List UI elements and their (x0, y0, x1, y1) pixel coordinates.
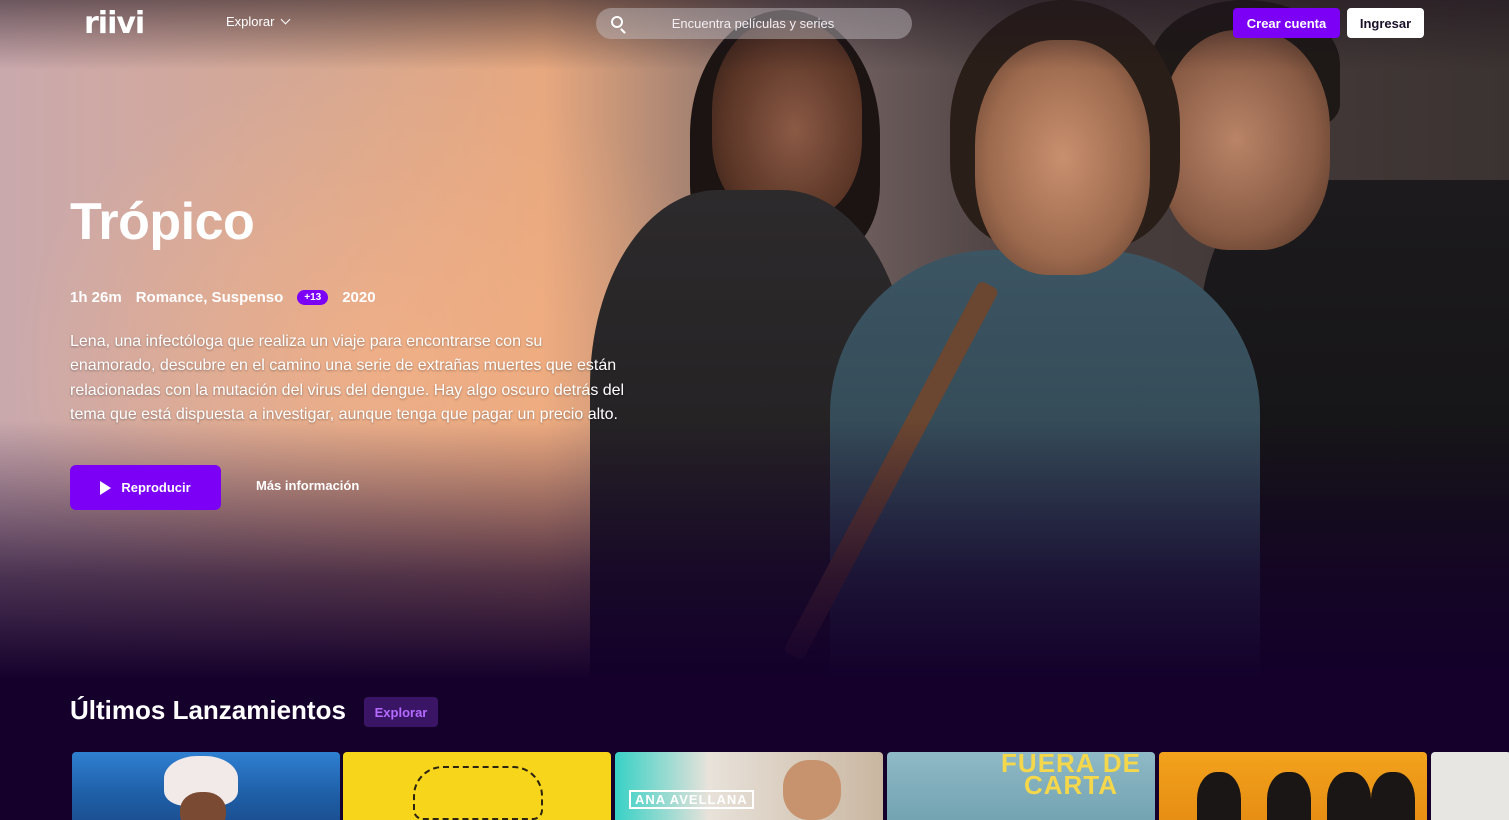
hero-figure-man-right-body (1200, 180, 1509, 680)
search-icon[interactable] (611, 16, 623, 28)
card-1-poster-face (180, 792, 226, 820)
hero-duration: 1h 26m (70, 289, 122, 306)
create-account-button[interactable]: Crear cuenta (1233, 8, 1340, 38)
card-5-person (1327, 772, 1371, 820)
top-navbar: riivi Explorar Crear cuenta Ingresar (0, 0, 1509, 46)
age-rating-badge: +13 (297, 290, 329, 305)
release-card[interactable] (72, 752, 340, 820)
hero-figure-man-left-body (590, 190, 910, 680)
release-card[interactable] (343, 752, 611, 820)
card-title: FUERA DE CARTA (1001, 752, 1141, 800)
release-card[interactable] (1431, 752, 1509, 820)
login-button[interactable]: Ingresar (1347, 8, 1424, 38)
search-bar[interactable] (596, 8, 912, 39)
card-2-poster-art (413, 766, 543, 820)
chevron-down-icon (280, 14, 291, 25)
play-icon (100, 480, 112, 495)
riivi-logo[interactable]: riivi (84, 6, 145, 41)
card-5-person (1267, 772, 1311, 820)
explore-menu-label: Explorar (226, 14, 275, 29)
more-info-button[interactable]: Más información (256, 478, 359, 493)
section-title: Últimos Lanzamientos (70, 695, 346, 725)
card-title: ANA AVELLANA (629, 790, 754, 809)
releases-carousel: ANA AVELLANA FUERA DE CARTA (72, 752, 1509, 820)
hero-year: 2020 (342, 289, 376, 306)
hero-title: Trópico (70, 193, 255, 251)
hero-meta: 1h 26m Romance, Suspenso +13 2020 (70, 289, 390, 306)
play-button-label: Reproducir (121, 480, 191, 495)
card-5-person (1371, 772, 1415, 820)
release-card[interactable]: FUERA DE CARTA (887, 752, 1155, 820)
play-button[interactable]: Reproducir (70, 465, 221, 510)
hero-figure-woman-face (975, 40, 1150, 275)
card-5-person (1197, 772, 1241, 820)
card-3-poster-face (783, 760, 841, 820)
explore-menu[interactable]: Explorar (226, 14, 291, 29)
hero-figure-woman-body (830, 250, 1260, 680)
release-card[interactable]: ANA AVELLANA (615, 752, 883, 820)
hero-genres: Romance, Suspenso (135, 289, 284, 306)
hero-synopsis: Lena, una infectóloga que realiza un via… (70, 333, 625, 423)
search-input[interactable] (636, 8, 906, 39)
release-card[interactable] (1159, 752, 1427, 820)
section-explore-button[interactable]: Explorar (364, 697, 438, 727)
